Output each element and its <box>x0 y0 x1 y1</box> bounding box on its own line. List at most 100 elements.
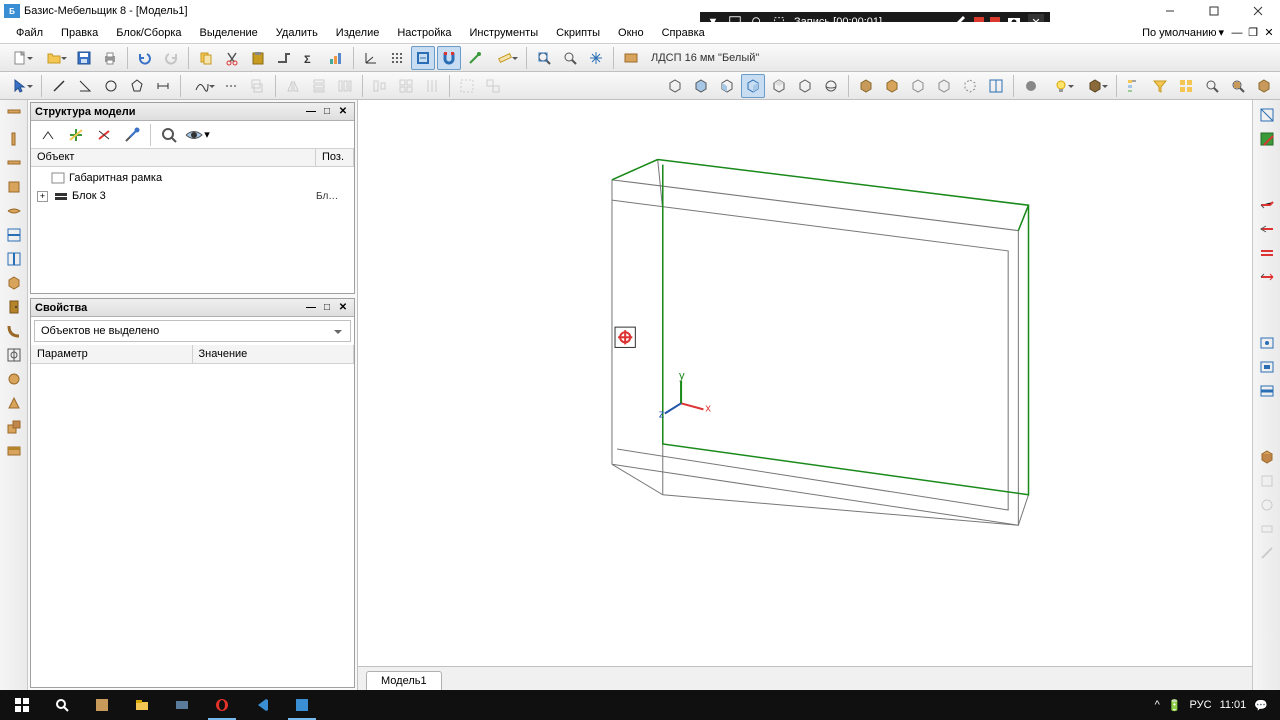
wire2-button[interactable] <box>932 74 956 98</box>
r-edge3-button[interactable] <box>1256 242 1278 264</box>
panel-horiz-button[interactable] <box>3 152 25 174</box>
spline-button[interactable] <box>186 74 218 98</box>
panel-top-button[interactable] <box>3 104 25 126</box>
task-opera[interactable] <box>204 690 240 720</box>
r-hole-button[interactable] <box>1256 332 1278 354</box>
expand-icon[interactable]: + <box>37 191 48 202</box>
r-edge2-button[interactable] <box>1256 218 1278 240</box>
panel-min-icon[interactable]: — <box>304 105 318 119</box>
visibility-button[interactable]: ▾ <box>184 123 210 147</box>
view-iso2-button[interactable] <box>741 74 765 98</box>
task-bazis[interactable] <box>284 690 320 720</box>
mdi-close-icon[interactable]: ✕ <box>1262 26 1276 40</box>
open-file-button[interactable] <box>38 46 70 70</box>
redo-button[interactable] <box>159 46 183 70</box>
hidden-button[interactable] <box>958 74 982 98</box>
panel-front-button[interactable] <box>3 176 25 198</box>
r-hw3-button[interactable] <box>1256 494 1278 516</box>
tab-model1[interactable]: Модель1 <box>366 671 442 690</box>
check-button[interactable] <box>1226 74 1250 98</box>
light-button[interactable] <box>1045 74 1077 98</box>
view-front-button[interactable] <box>689 74 713 98</box>
task-app2[interactable] <box>164 690 200 720</box>
array-v-button[interactable] <box>307 74 331 98</box>
panel-close-icon[interactable]: ✕ <box>336 105 350 119</box>
section-button[interactable] <box>3 344 25 366</box>
mirror-button[interactable] <box>281 74 305 98</box>
axes-button[interactable] <box>359 46 383 70</box>
r-edge4-button[interactable] <box>1256 266 1278 288</box>
grid2-button[interactable] <box>394 74 418 98</box>
filter-button[interactable] <box>1148 74 1172 98</box>
sum-button[interactable]: Σ <box>298 46 322 70</box>
align-button[interactable] <box>368 74 392 98</box>
col-param[interactable]: Параметр <box>31 345 193 363</box>
menu-window[interactable]: Окно <box>610 24 652 42</box>
menu-product[interactable]: Изделие <box>328 24 388 42</box>
tray-battery-icon[interactable]: 🔋 <box>1168 699 1182 712</box>
texture-button[interactable] <box>1079 74 1111 98</box>
circle-button[interactable] <box>99 74 123 98</box>
r-cut-button[interactable] <box>1256 128 1278 150</box>
menu-delete[interactable]: Удалить <box>268 24 326 42</box>
extrude-button[interactable] <box>246 74 270 98</box>
cone-button[interactable] <box>3 392 25 414</box>
minimize-button[interactable] <box>1148 0 1192 22</box>
menu-scripts[interactable]: Скрипты <box>548 24 608 42</box>
shade1-button[interactable] <box>854 74 878 98</box>
paste-button[interactable] <box>246 46 270 70</box>
cut-button[interactable] <box>220 46 244 70</box>
view-left-button[interactable] <box>715 74 739 98</box>
tray-lang[interactable]: РУС <box>1190 699 1212 711</box>
view-iso1-button[interactable] <box>663 74 687 98</box>
wire1-button[interactable] <box>906 74 930 98</box>
menu-select[interactable]: Выделение <box>192 24 266 42</box>
r-slot-button[interactable] <box>1256 356 1278 378</box>
polygon-button[interactable] <box>125 74 149 98</box>
chart-button[interactable] <box>324 46 348 70</box>
shelf-button[interactable] <box>3 200 25 222</box>
mdi-minimize-icon[interactable]: — <box>1230 26 1244 40</box>
r-hw4-button[interactable] <box>1256 518 1278 540</box>
door-button[interactable] <box>3 296 25 318</box>
mdi-restore-icon[interactable]: ❐ <box>1246 26 1260 40</box>
tray-notif-icon[interactable]: 💬 <box>1254 699 1268 712</box>
group-button[interactable] <box>455 74 479 98</box>
probe-button[interactable] <box>463 46 487 70</box>
zoom-window-button[interactable] <box>558 46 582 70</box>
tray-up-icon[interactable]: ^ <box>1155 699 1160 711</box>
measure-button[interactable] <box>489 46 521 70</box>
render-button[interactable] <box>1019 74 1043 98</box>
copy-button[interactable] <box>194 46 218 70</box>
menu-edit[interactable]: Правка <box>53 24 106 42</box>
orbit-button[interactable] <box>819 74 843 98</box>
close-button[interactable] <box>1236 0 1280 22</box>
tray-time[interactable]: 11:01 <box>1220 699 1247 711</box>
r-hw1-button[interactable] <box>1256 446 1278 468</box>
task-app1[interactable] <box>84 690 120 720</box>
search-button[interactable] <box>44 690 80 720</box>
r-panel-button[interactable] <box>1256 104 1278 126</box>
print-button[interactable] <box>98 46 122 70</box>
props-selector[interactable]: Объектов не выделено <box>34 320 351 342</box>
r-hw5-button[interactable] <box>1256 542 1278 564</box>
box-panel-button[interactable] <box>3 272 25 294</box>
divider-v-button[interactable] <box>3 248 25 270</box>
start-button[interactable] <box>4 690 40 720</box>
magnet-button[interactable] <box>437 46 461 70</box>
base-button[interactable] <box>272 46 296 70</box>
tools-button[interactable] <box>119 123 145 147</box>
view-right-button[interactable] <box>767 74 791 98</box>
zoom2-button[interactable] <box>1200 74 1224 98</box>
menu-help[interactable]: Справка <box>654 24 713 42</box>
shade2-button[interactable] <box>880 74 904 98</box>
remove-button[interactable] <box>91 123 117 147</box>
angle-button[interactable] <box>73 74 97 98</box>
assembly-button[interactable] <box>3 416 25 438</box>
menu-tools[interactable]: Инструменты <box>462 24 547 42</box>
task-explorer[interactable] <box>124 690 160 720</box>
add-button[interactable] <box>63 123 89 147</box>
r-hw2-button[interactable] <box>1256 470 1278 492</box>
find-button[interactable] <box>156 123 182 147</box>
pan-button[interactable] <box>584 46 608 70</box>
